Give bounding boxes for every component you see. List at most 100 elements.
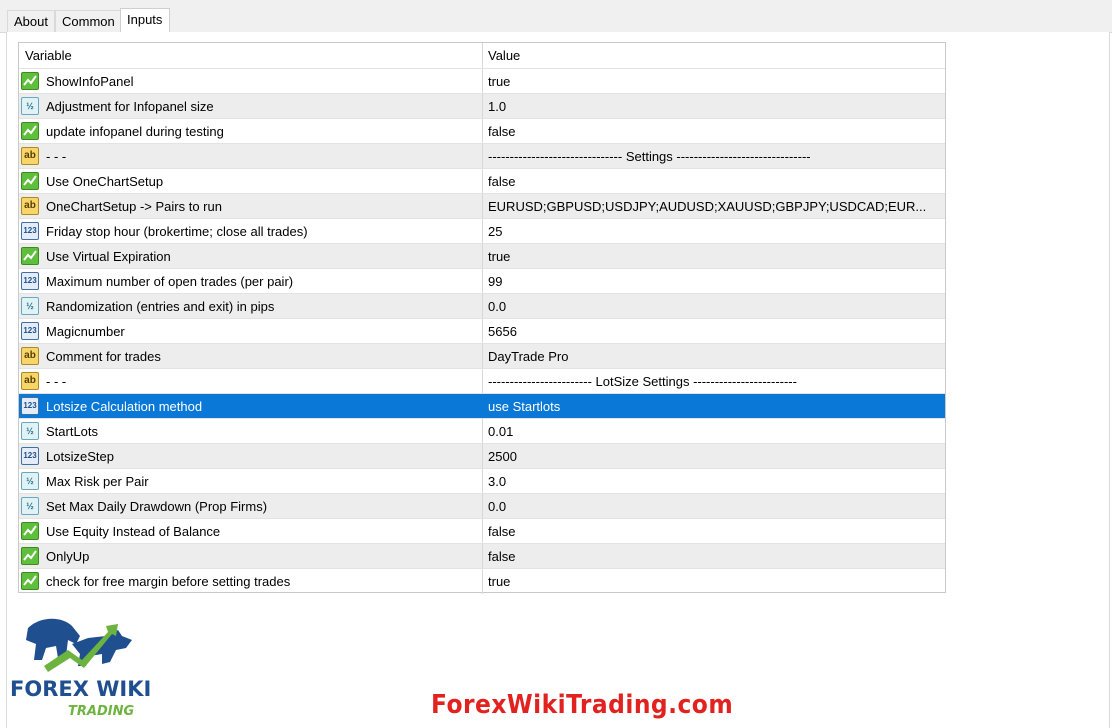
value-cell[interactable]: true: [482, 69, 945, 94]
value-cell[interactable]: true: [482, 244, 945, 269]
bool-type-icon: [21, 522, 39, 540]
variable-cell[interactable]: Use Equity Instead of Balance: [19, 519, 482, 544]
watermark-text: ForexWikiTrading.com: [431, 690, 734, 720]
variable-cell[interactable]: 123 Maximum number of open trades (per pa…: [19, 269, 482, 294]
value-cell[interactable]: 0.01: [482, 419, 945, 444]
variable-cell[interactable]: ab OneChartSetup -> Pairs to run: [19, 194, 482, 219]
variable-name: Comment for trades: [46, 349, 161, 364]
bool-type-icon: [21, 122, 39, 140]
table-row[interactable]: ½ Randomization (entries and exit) in pip…: [19, 293, 945, 319]
value-cell[interactable]: EURUSD;GBPUSD;USDJPY;AUDUSD;XAUUSD;GBPJP…: [482, 194, 945, 219]
table-row[interactable]: ab OneChartSetup -> Pairs to run EURUSD;GB…: [19, 193, 945, 219]
column-header-value[interactable]: Value: [482, 43, 945, 68]
table-row[interactable]: 123 Friday stop hour (brokertime; close a…: [19, 218, 945, 244]
variable-cell[interactable]: Use Virtual Expiration: [19, 244, 482, 269]
table-row[interactable]: ShowInfoPanel true: [19, 68, 945, 94]
variable-cell[interactable]: 123 LotsizeStep: [19, 444, 482, 469]
variable-cell[interactable]: 123 Friday stop hour (brokertime; close a…: [19, 219, 482, 244]
variable-cell[interactable]: ½ Adjustment for Infopanel size: [19, 94, 482, 119]
variable-cell[interactable]: ½ Randomization (entries and exit) in pip…: [19, 294, 482, 319]
value-cell[interactable]: false: [482, 169, 945, 194]
value-cell[interactable]: use Startlots: [482, 394, 945, 419]
value-cell[interactable]: 1.0: [482, 94, 945, 119]
tab-inputs[interactable]: Inputs: [120, 8, 170, 33]
column-header-variable[interactable]: Variable: [19, 43, 482, 68]
value-cell[interactable]: false: [482, 519, 945, 544]
variable-name: check for free margin before setting tra…: [46, 574, 291, 589]
integer-type-icon: 123: [21, 272, 39, 290]
variable-cell[interactable]: ab - - -: [19, 144, 482, 169]
value-cell[interactable]: 0.0: [482, 294, 945, 319]
table-row[interactable]: ½ Max Risk per Pair 3.0: [19, 468, 945, 494]
logo-text-primary: FOREX WIKI: [10, 677, 151, 701]
value-cell[interactable]: 0.0: [482, 494, 945, 519]
double-type-icon: ½: [21, 97, 39, 115]
table-row[interactable]: Use OneChartSetup false: [19, 168, 945, 194]
table-row[interactable]: 123 Magicnumber 5656: [19, 318, 945, 344]
tab-common[interactable]: Common: [55, 10, 121, 32]
variable-name: LotsizeStep: [46, 449, 114, 464]
grid-rows: ShowInfoPanel true ½ Adjustment for Infopan…: [19, 68, 945, 594]
value-cell[interactable]: false: [482, 119, 945, 144]
variable-cell[interactable]: 123 Lotsize Calculation method: [19, 394, 482, 419]
variable-name: Maximum number of open trades (per pair): [46, 274, 294, 289]
tab-about[interactable]: About: [7, 10, 55, 32]
variable-cell[interactable]: ½ StartLots: [19, 419, 482, 444]
tab-strip: About Common Inputs: [0, 0, 1112, 33]
variable-name: Magicnumber: [46, 324, 125, 339]
variable-name: OneChartSetup -> Pairs to run: [46, 199, 222, 214]
forex-wiki-logo: FOREX WIKI TRADING: [10, 618, 151, 718]
double-type-icon: ½: [21, 422, 39, 440]
variable-name: StartLots: [46, 424, 99, 439]
variable-cell[interactable]: ab - - -: [19, 369, 482, 394]
table-row[interactable]: ½ Set Max Daily Drawdown (Prop Firms) 0.0: [19, 493, 945, 519]
bool-type-icon: [21, 172, 39, 190]
variable-cell[interactable]: update infopanel during testing: [19, 119, 482, 144]
value-cell[interactable]: 3.0: [482, 469, 945, 494]
table-row[interactable]: 123 LotsizeStep 2500: [19, 443, 945, 469]
value-cell[interactable]: 25: [482, 219, 945, 244]
logo-text-secondary: TRADING: [68, 704, 134, 718]
variable-cell[interactable]: 123 Magicnumber: [19, 319, 482, 344]
integer-type-icon: 123: [21, 447, 39, 465]
table-row[interactable]: 123 Lotsize Calculation method use Startlo…: [19, 393, 945, 419]
value-cell[interactable]: false: [482, 544, 945, 569]
variable-name: ShowInfoPanel: [46, 74, 134, 89]
table-row[interactable]: ab - - - ------------------------------- S…: [19, 143, 945, 169]
double-type-icon: ½: [21, 497, 39, 515]
table-row[interactable]: OnlyUp false: [19, 543, 945, 569]
table-row[interactable]: check for free margin before setting tra…: [19, 568, 945, 594]
value-cell[interactable]: 99: [482, 269, 945, 294]
bool-type-icon: [21, 72, 39, 90]
value-cell[interactable]: true: [482, 569, 945, 594]
variable-name: Use Virtual Expiration: [46, 249, 171, 264]
value-cell[interactable]: ------------------------ LotSize Setting…: [482, 369, 945, 394]
table-row[interactable]: 123 Maximum number of open trades (per pa…: [19, 268, 945, 294]
table-row[interactable]: ½ StartLots 0.01: [19, 418, 945, 444]
table-row[interactable]: ab Comment for trades DayTrade Pro: [19, 343, 945, 369]
variable-cell[interactable]: Use OneChartSetup: [19, 169, 482, 194]
value-cell[interactable]: 2500: [482, 444, 945, 469]
integer-type-icon: 123: [21, 397, 39, 415]
table-row[interactable]: ½ Adjustment for Infopanel size 1.0: [19, 93, 945, 119]
inputs-grid: Variable Value ShowInfoPanel true ½ Adjustm…: [18, 42, 946, 594]
variable-cell[interactable]: ShowInfoPanel: [19, 69, 482, 94]
value-cell[interactable]: 5656: [482, 319, 945, 344]
variable-cell[interactable]: ½ Set Max Daily Drawdown (Prop Firms): [19, 494, 482, 519]
value-cell[interactable]: ------------------------------- Settings…: [482, 144, 945, 169]
table-row[interactable]: Use Equity Instead of Balance false: [19, 518, 945, 544]
variable-name: Randomization (entries and exit) in pips: [46, 299, 275, 314]
variable-cell[interactable]: check for free margin before setting tra…: [19, 569, 482, 594]
table-row[interactable]: Use Virtual Expiration true: [19, 243, 945, 269]
string-type-icon: ab: [21, 147, 39, 165]
variable-cell[interactable]: ½ Max Risk per Pair: [19, 469, 482, 494]
variable-name: Adjustment for Infopanel size: [46, 99, 214, 114]
variable-name: - - -: [46, 374, 67, 389]
table-row[interactable]: ab - - - ------------------------ LotSize …: [19, 368, 945, 394]
variable-cell[interactable]: OnlyUp: [19, 544, 482, 569]
table-row[interactable]: update infopanel during testing false: [19, 118, 945, 144]
variable-name: OnlyUp: [46, 549, 90, 564]
variable-name: Lotsize Calculation method: [46, 399, 203, 414]
variable-cell[interactable]: ab Comment for trades: [19, 344, 482, 369]
value-cell[interactable]: DayTrade Pro: [482, 344, 945, 369]
